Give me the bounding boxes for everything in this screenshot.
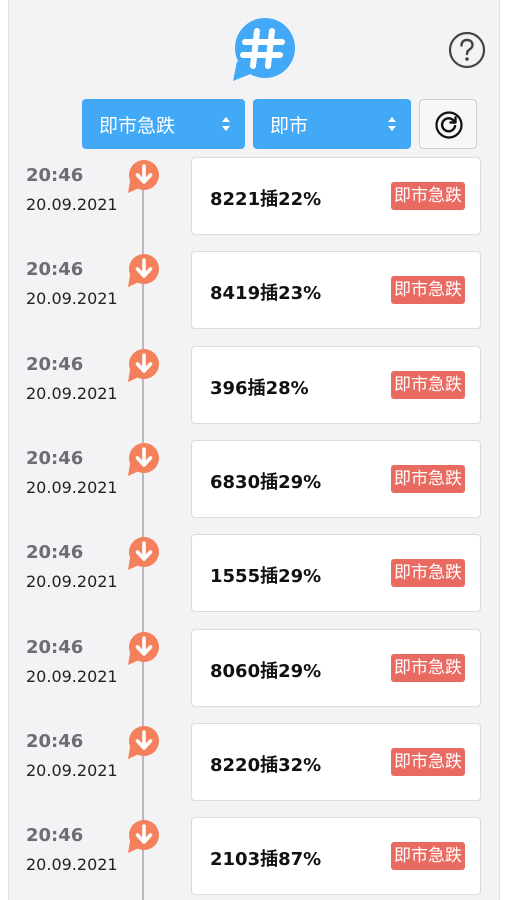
alert-row[interactable]: 20:46 20.09.2021 8220插32% 即市急跌 [0, 722, 507, 817]
alert-date: 20.09.2021 [26, 760, 118, 780]
alert-text: 2103插87% [210, 849, 322, 871]
alert-date: 20.09.2021 [26, 666, 118, 686]
alert-time: 20:46 [26, 259, 84, 281]
drop-alert-icon [126, 819, 160, 855]
drop-alert-icon [126, 348, 160, 384]
drop-alert-icon [126, 725, 160, 761]
market-period-value: 即市 [270, 114, 309, 137]
alert-card[interactable]: 2103插87% 即市急跌 [191, 817, 481, 896]
alert-badge: 即市急跌 [391, 182, 465, 210]
alert-row[interactable]: 20:46 20.09.2021 6830插29% 即市急跌 [0, 439, 507, 534]
alert-card[interactable]: 1555插29% 即市急跌 [191, 534, 481, 613]
alert-date: 20.09.2021 [26, 572, 118, 592]
alert-text: 6830插29% [210, 471, 322, 493]
alert-time: 20:46 [26, 353, 84, 375]
alert-date: 20.09.2021 [26, 383, 118, 403]
drop-alert-icon [126, 442, 160, 478]
alert-text: 8221插22% [210, 189, 322, 210]
alert-row[interactable]: 20:46 20.09.2021 2103插87% 即市急跌 [0, 817, 507, 900]
hashtag-logo-icon [231, 17, 297, 83]
alert-time: 20:46 [26, 636, 84, 658]
alert-date: 20.09.2021 [26, 855, 118, 875]
alert-row[interactable]: 20:46 20.09.2021 8060插29% 即市急跌 [0, 628, 507, 723]
drop-alert-icon [126, 536, 160, 572]
alert-text: 8220插32% [210, 754, 322, 776]
alert-badge: 即市急跌 [391, 653, 465, 682]
alert-type-value: 即市急跌 [99, 114, 176, 137]
refresh-icon [435, 111, 463, 139]
drop-alert-icon [126, 253, 160, 289]
alert-time: 20:46 [26, 542, 84, 564]
sort-caret-icon [388, 117, 396, 131]
drop-alert-icon [126, 159, 160, 195]
help-button[interactable] [448, 31, 486, 69]
alert-card[interactable]: 8419插23% 即市急跌 [191, 251, 481, 330]
market-period-select[interactable]: 即市 [253, 99, 411, 149]
sort-caret-icon [222, 117, 230, 131]
alert-date: 20.09.2021 [26, 289, 118, 309]
alert-badge: 即市急跌 [391, 559, 465, 588]
alert-badge: 即市急跌 [391, 747, 465, 776]
alert-card[interactable]: 8060插29% 即市急跌 [191, 628, 481, 707]
alert-text: 8060插29% [210, 660, 322, 682]
alert-type-select[interactable]: 即市急跌 [82, 99, 245, 149]
alert-time: 20:46 [26, 165, 84, 186]
alert-time: 20:46 [26, 825, 84, 847]
alert-date: 20.09.2021 [26, 195, 118, 214]
refresh-button[interactable] [419, 99, 477, 149]
alert-text: 396插28% [210, 377, 309, 399]
alert-text: 8419插23% [210, 283, 322, 305]
alert-date: 20.09.2021 [26, 477, 118, 497]
alert-time: 20:46 [26, 730, 84, 752]
alert-time: 20:46 [26, 447, 84, 469]
alert-badge: 即市急跌 [391, 464, 465, 493]
alert-row[interactable]: 20:46 20.09.2021 1555插29% 即市急跌 [0, 534, 507, 628]
alert-badge: 即市急跌 [391, 276, 465, 305]
alert-row[interactable]: 20:46 20.09.2021 8221插22% 即市急跌 [0, 157, 507, 251]
alert-card[interactable]: 396插28% 即市急跌 [191, 345, 481, 424]
alert-badge: 即市急跌 [391, 370, 465, 399]
alert-card[interactable]: 8220插32% 即市急跌 [191, 722, 481, 801]
alert-row[interactable]: 20:46 20.09.2021 8419插23% 即市急跌 [0, 251, 507, 345]
alert-card[interactable]: 8221插22% 即市急跌 [191, 157, 481, 235]
alert-text: 1555插29% [210, 566, 322, 588]
question-circle-icon [448, 31, 486, 69]
alert-card[interactable]: 6830插29% 即市急跌 [191, 439, 481, 518]
alert-badge: 即市急跌 [391, 842, 465, 871]
alert-row[interactable]: 20:46 20.09.2021 396插28% 即市急跌 [0, 345, 507, 440]
drop-alert-icon [126, 631, 160, 667]
